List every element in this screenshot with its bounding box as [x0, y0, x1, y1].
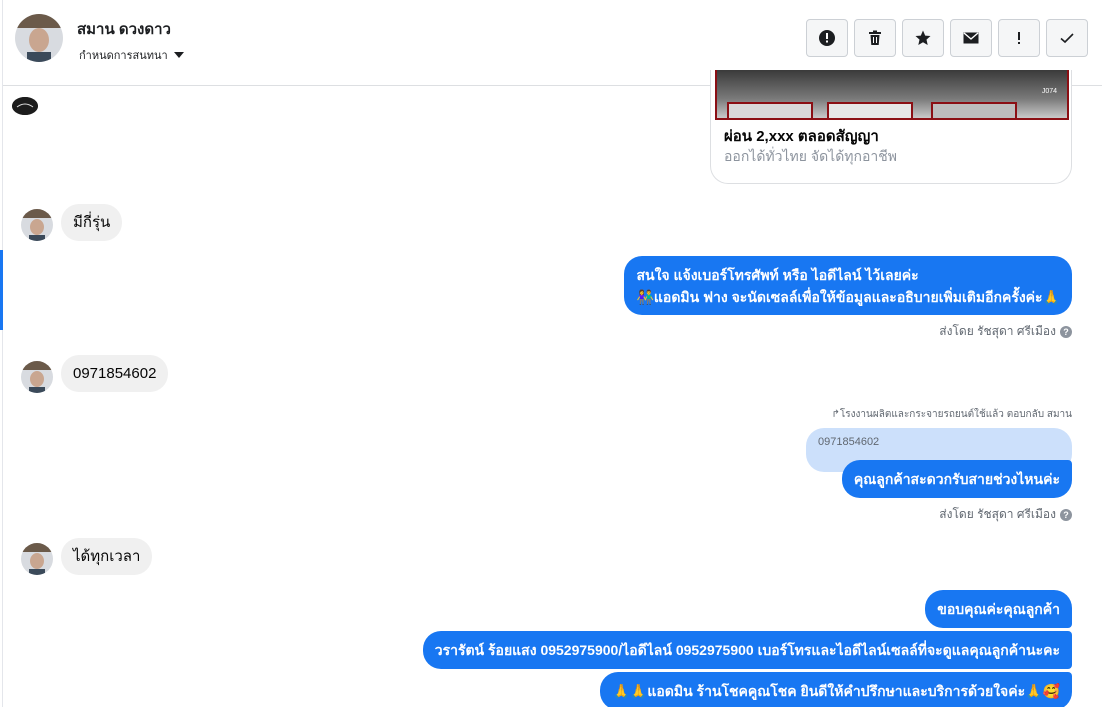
exclamation-icon	[1018, 32, 1020, 44]
outgoing-message: คุณลูกค้าสะดวกรับสายช่วงไหนค่ะ	[841, 460, 1072, 498]
contact-name[interactable]: สมาน ดวงดาว	[77, 17, 171, 41]
sent-by-label: ส่งโดย รัชสุดา ศรีเมือง ?	[939, 505, 1072, 524]
ad-image: J074	[715, 70, 1069, 120]
envelope-icon	[963, 32, 979, 44]
contact-avatar[interactable]	[15, 14, 63, 62]
contact-avatar-small[interactable]	[21, 209, 53, 241]
message-line: 👫แอดมิน ฟาง จะนัดเซลล์เพื่อให้ข้อมูลและอ…	[636, 289, 1060, 305]
ad-image-tag: J074	[1041, 88, 1057, 95]
spam-button[interactable]	[806, 19, 848, 57]
incoming-message: ได้ทุกเวลา	[61, 538, 153, 575]
ad-title: ผ่อน 2,xxx ตลอดสัญญา	[724, 128, 879, 145]
alert-circle-icon	[819, 30, 835, 46]
outgoing-message: ขอบคุณค่ะคุณลูกค้า	[925, 590, 1072, 628]
assign-label: กำหนดการสนทนา	[79, 50, 168, 62]
message-line: สนใจ แจ้งเบอร์โทรศัพท์ หรือ ไอดีไลน์ ไว้…	[636, 267, 919, 283]
assign-conversation-dropdown[interactable]: กำหนดการสนทนา	[79, 46, 184, 64]
star-button[interactable]	[902, 19, 944, 57]
check-icon	[1060, 33, 1074, 44]
sent-by-text: ส่งโดย รัชสุดา ศรีเมือง	[939, 324, 1056, 338]
incoming-message: มีกี่รุ่น	[61, 204, 123, 241]
follow-up-button[interactable]	[998, 19, 1040, 57]
left-edge	[0, 0, 3, 707]
sent-by-text: ส่งโดย รัชสุดา ศรีเมือง	[939, 507, 1056, 521]
star-icon	[915, 30, 931, 45]
ad-subtitle: ออกได้ทั่วไทย จัดได้ทุกอาชีพ	[724, 148, 898, 164]
outgoing-message: วรารัตน์ ร้อยแสง 0952975900/ไอดีไลน์ 095…	[422, 631, 1072, 669]
incoming-message: 0971854602	[61, 355, 169, 392]
contact-avatar-small[interactable]	[21, 543, 53, 575]
ad-thumbnail	[931, 102, 1017, 118]
sent-by-label: ส่งโดย รัชสุดา ศรีเมือง ?	[939, 322, 1072, 341]
mark-unread-button[interactable]	[950, 19, 992, 57]
reply-note: ↱โรงงานผลิตและกระจายรถยนต์ใช้แล้ว ตอบกลั…	[831, 409, 1072, 420]
mark-done-button[interactable]	[1046, 19, 1088, 57]
outgoing-message: สนใจ แจ้งเบอร์โทรศัพท์ หรือ ไอดีไลน์ ไว้…	[624, 256, 1072, 315]
page-logo	[12, 97, 38, 115]
help-icon[interactable]: ?	[1060, 508, 1072, 521]
ad-card[interactable]: J074 ผ่อน 2,xxx ตลอดสัญญา ออกได้ทั่วไทย …	[710, 70, 1072, 184]
ad-thumbnail	[727, 102, 813, 118]
selection-accent	[0, 250, 3, 330]
caret-down-icon	[173, 52, 184, 58]
header-toolbar	[806, 19, 1088, 57]
contact-avatar-small[interactable]	[21, 361, 53, 393]
trash-icon	[869, 30, 881, 45]
delete-button[interactable]	[854, 19, 896, 57]
ad-thumbnail	[827, 102, 913, 118]
help-icon[interactable]: ?	[1060, 325, 1072, 338]
outgoing-message: 🙏🙏แอดมิน ร้านโชคคูณโชค ยินดีให้คำปรึกษาแ…	[600, 672, 1072, 707]
